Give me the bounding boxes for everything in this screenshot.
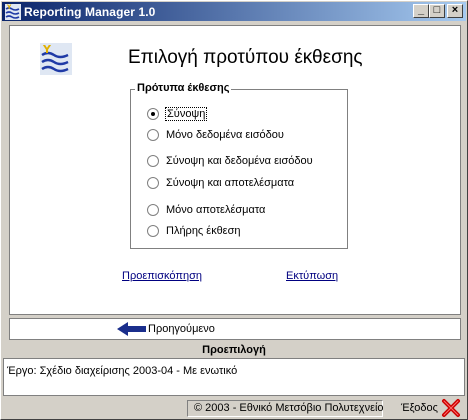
defaults-text: Έργο: Σχέδιο διαχείρισης 2003-04 - Με εν…: [7, 365, 238, 377]
radio-summary-results[interactable]: Σύνοψη και αποτελέσματα: [147, 177, 294, 189]
app-window: Y Reporting Manager 1.0 _ □ × Y Επιλογή …: [0, 0, 468, 420]
radio-label: Πλήρης έκθεση: [166, 225, 241, 237]
close-button[interactable]: ×: [447, 4, 463, 18]
copyright-text: © 2003 - Εθνικό Μετσόβιο Πολυτεχνείο: [194, 402, 384, 414]
radio-button[interactable]: [147, 155, 159, 167]
window-title: Reporting Manager 1.0: [24, 4, 156, 19]
minimize-icon: _: [417, 4, 425, 16]
water-waves-icon: Y: [5, 3, 21, 20]
red-x-icon[interactable]: [441, 398, 461, 418]
arrow-left-icon[interactable]: [116, 321, 148, 337]
title-bar[interactable]: Y Reporting Manager 1.0 _ □ ×: [2, 2, 466, 21]
radio-label: Μόνο αποτελέσματα: [166, 204, 266, 216]
main-panel: Y Επιλογή προτύπου έκθεσης Πρότυπα έκθεσ…: [9, 25, 461, 315]
radio-button[interactable]: [147, 225, 159, 237]
preview-link[interactable]: Προεπισκόπηση: [122, 270, 202, 282]
radio-button[interactable]: [147, 177, 159, 189]
radio-button-checked[interactable]: [147, 108, 159, 120]
radio-summary-input[interactable]: Σύνοψη και δεδομένα εισόδου: [147, 155, 313, 167]
close-icon: ×: [451, 4, 459, 16]
page-title: Επιλογή προτύπου έκθεσης: [128, 47, 363, 68]
print-link[interactable]: Εκτύπωση: [286, 270, 338, 282]
water-waves-logo-icon: Y: [40, 43, 72, 75]
radio-label: Μόνο δεδομένα εισόδου: [166, 129, 284, 141]
radio-label: Σύνοψη και αποτελέσματα: [166, 177, 295, 189]
maximize-icon: □: [433, 4, 441, 16]
radio-summary[interactable]: Σύνοψη: [147, 107, 208, 121]
navigation-bar: Προηγούμενο: [9, 318, 461, 340]
groupbox-label: Πρότυπα έκθεσης: [135, 82, 232, 94]
radio-input-only[interactable]: Μόνο δεδομένα εισόδου: [147, 129, 284, 141]
back-button[interactable]: Προηγούμενο: [148, 323, 215, 335]
radio-button[interactable]: [147, 129, 159, 141]
radio-results-only[interactable]: Μόνο αποτελέσματα: [147, 204, 265, 216]
radio-label: Σύνοψη και δεδομένα εισόδου: [166, 155, 313, 167]
exit-label[interactable]: Έξοδος: [401, 402, 438, 414]
defaults-header: Προεπιλογή: [202, 344, 266, 356]
radio-full-report[interactable]: Πλήρης έκθεση: [147, 225, 241, 237]
svg-text:Y: Y: [42, 43, 52, 56]
window-controls: _ □ ×: [413, 4, 463, 18]
maximize-button[interactable]: □: [429, 4, 445, 18]
defaults-textbox: Έργο: Σχέδιο διαχείρισης 2003-04 - Με εν…: [3, 358, 465, 396]
svg-text:Y: Y: [6, 4, 12, 11]
copyright-panel: © 2003 - Εθνικό Μετσόβιο Πολυτεχνείο: [187, 400, 384, 417]
minimize-button[interactable]: _: [413, 4, 429, 18]
radio-button[interactable]: [147, 204, 159, 216]
status-bar: © 2003 - Εθνικό Μετσόβιο Πολυτεχνείο Έξο…: [1, 398, 467, 419]
radio-label: Σύνοψη: [164, 107, 208, 121]
